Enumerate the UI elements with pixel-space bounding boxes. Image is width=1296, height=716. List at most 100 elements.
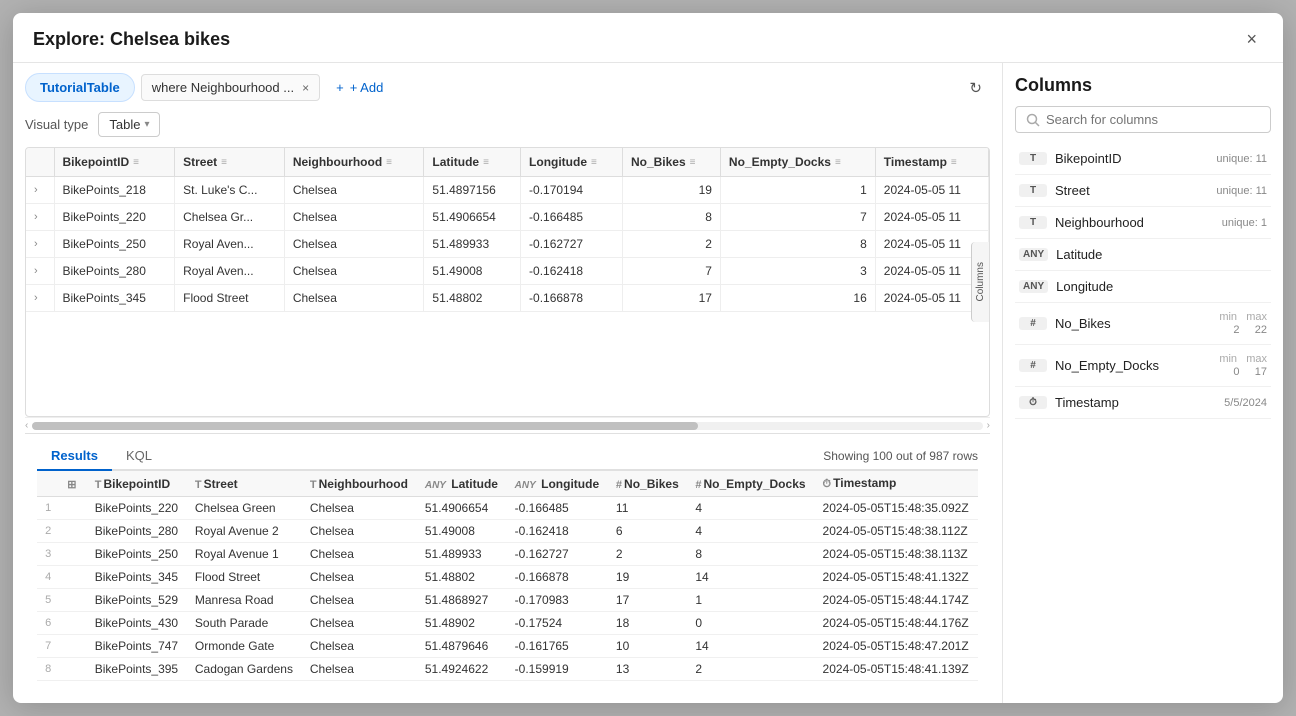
result-no-empty-docks: 0 (687, 612, 814, 635)
expand-cell[interactable]: › (26, 204, 54, 231)
result-no-empty-docks: 2 (687, 658, 814, 681)
h-scroll-thumb[interactable] (32, 422, 697, 430)
results-col-bikepointid: TBikepointID (87, 471, 187, 497)
result-bikepointid: BikePoints_430 (87, 612, 187, 635)
tab-filter-neighbourhood[interactable]: where Neighbourhood ... × (141, 74, 320, 101)
results-col-timestamp: ⏱Timestamp (815, 471, 978, 497)
result-neighbourhood: Chelsea (302, 543, 417, 566)
result-no-bikes: 18 (608, 612, 687, 635)
col-header-no-bikes: No_Bikes≡ (622, 148, 720, 177)
cell-street: Flood Street (175, 285, 285, 312)
result-no-empty-docks: 14 (687, 635, 814, 658)
result-timestamp: 2024-05-05T15:48:41.132Z (815, 566, 978, 589)
cell-latitude: 51.49008 (424, 258, 521, 285)
result-bikepointid: BikePoints_345 (87, 566, 187, 589)
visual-type-select[interactable]: Table ▾ (98, 112, 160, 137)
col-header-no-empty-docks: No_Empty_Docks≡ (720, 148, 875, 177)
result-latitude: 51.489933 (417, 543, 507, 566)
modal-overlay: Explore: Chelsea bikes × TutorialTable w… (0, 0, 1296, 716)
result-no-empty-docks: 8 (687, 543, 814, 566)
cell-street: Royal Aven... (175, 258, 285, 285)
column-entry[interactable]: T Street unique: 11 (1015, 175, 1271, 207)
cell-neighbourhood: Chelsea (284, 231, 424, 258)
cell-bikepointid: BikePoints_250 (54, 231, 175, 258)
result-latitude: 51.4868927 (417, 589, 507, 612)
row-num: 2 (37, 520, 59, 543)
row-num: 8 (37, 658, 59, 681)
cell-longitude: -0.166878 (521, 285, 623, 312)
column-entry[interactable]: ⏱ Timestamp 5/5/2024 (1015, 387, 1271, 419)
result-latitude: 51.48802 (417, 566, 507, 589)
scroll-right-icon[interactable]: › (987, 420, 990, 431)
cell-timestamp: 2024-05-05 11 (875, 204, 988, 231)
table-row: › BikePoints_250 Royal Aven... Chelsea 5… (26, 231, 989, 258)
table-row: › BikePoints_280 Royal Aven... Chelsea 5… (26, 258, 989, 285)
modal-body: TutorialTable where Neighbourhood ... × … (13, 63, 1283, 703)
close-button[interactable]: × (1240, 27, 1263, 52)
results-col-latitude: ANY Latitude (417, 471, 507, 497)
col-header-street: Street≡ (175, 148, 285, 177)
column-entry[interactable]: # No_Bikes min max 2 22 (1015, 303, 1271, 345)
col-name: BikepointID (1055, 151, 1216, 166)
result-bikepointid: BikePoints_220 (87, 497, 187, 520)
expand-cell[interactable]: › (26, 231, 54, 258)
expand-cell[interactable]: › (26, 258, 54, 285)
col-meta: unique: 11 (1216, 153, 1267, 165)
col-meta: unique: 1 (1222, 217, 1267, 229)
h-scroll-track[interactable] (32, 422, 982, 430)
column-entry[interactable]: ANY Longitude (1015, 271, 1271, 303)
modal-header: Explore: Chelsea bikes × (13, 13, 1283, 63)
refresh-button[interactable]: ↻ (961, 75, 990, 101)
col-type-badge: ⏱ (1019, 396, 1047, 409)
visual-type-value: Table (109, 117, 140, 132)
col-name: Street (1055, 183, 1216, 198)
result-neighbourhood: Chelsea (302, 566, 417, 589)
results-table-wrap[interactable]: ⊞ TBikepointID TStreet TNeighbourhood AN… (37, 471, 978, 693)
result-neighbourhood: Chelsea (302, 635, 417, 658)
table-row: › BikePoints_218 St. Luke's C... Chelsea… (26, 177, 989, 204)
result-street: Flood Street (187, 566, 302, 589)
col-expand-header (26, 148, 54, 177)
add-button[interactable]: + + Add (326, 75, 393, 100)
result-neighbourhood: Chelsea (302, 658, 417, 681)
tab-tutorial-table[interactable]: TutorialTable (25, 73, 135, 102)
cell-longitude: -0.162727 (521, 231, 623, 258)
result-longitude: -0.170983 (507, 589, 608, 612)
col-name: Timestamp (1055, 395, 1224, 410)
columns-sidebar-handle[interactable]: Columns (971, 242, 989, 322)
tab-kql[interactable]: KQL (112, 442, 166, 471)
col-name: No_Empty_Docks (1055, 358, 1219, 373)
result-bikepointid: BikePoints_529 (87, 589, 187, 612)
filter-close-icon[interactable]: × (302, 81, 309, 95)
expand-cell[interactable]: › (26, 177, 54, 204)
row-num: 3 (37, 543, 59, 566)
result-street: Ormonde Gate (187, 635, 302, 658)
scroll-left-icon[interactable]: ‹ (25, 420, 28, 431)
cell-grid (59, 520, 86, 543)
columns-search-input[interactable] (1046, 112, 1260, 127)
column-entry[interactable]: T Neighbourhood unique: 1 (1015, 207, 1271, 239)
sort-icon: ≡ (835, 157, 841, 168)
result-bikepointid: BikePoints_250 (87, 543, 187, 566)
row-num: 1 (37, 497, 59, 520)
col-type-badge: # (1019, 359, 1047, 372)
expand-cell[interactable]: › (26, 285, 54, 312)
results-col-longitude: ANY Longitude (507, 471, 608, 497)
table-row: › BikePoints_220 Chelsea Gr... Chelsea 5… (26, 204, 989, 231)
column-entry[interactable]: ANY Latitude (1015, 239, 1271, 271)
col-name: Neighbourhood (1055, 215, 1222, 230)
tab-results[interactable]: Results (37, 442, 112, 471)
column-entry[interactable]: T BikepointID unique: 11 (1015, 143, 1271, 175)
col-type-badge: # (1019, 317, 1047, 330)
result-timestamp: 2024-05-05T15:48:38.112Z (815, 520, 978, 543)
column-entry[interactable]: # No_Empty_Docks min max 0 17 (1015, 345, 1271, 387)
cell-latitude: 51.489933 (424, 231, 521, 258)
modal-title: Explore: Chelsea bikes (33, 29, 230, 50)
row-num: 4 (37, 566, 59, 589)
list-item: 5 BikePoints_529 Manresa Road Chelsea 51… (37, 589, 978, 612)
h-scroll-row: ‹ › (25, 417, 990, 433)
result-no-empty-docks: 4 (687, 520, 814, 543)
col-meta: unique: 11 (1216, 185, 1267, 197)
cell-longitude: -0.170194 (521, 177, 623, 204)
result-neighbourhood: Chelsea (302, 589, 417, 612)
